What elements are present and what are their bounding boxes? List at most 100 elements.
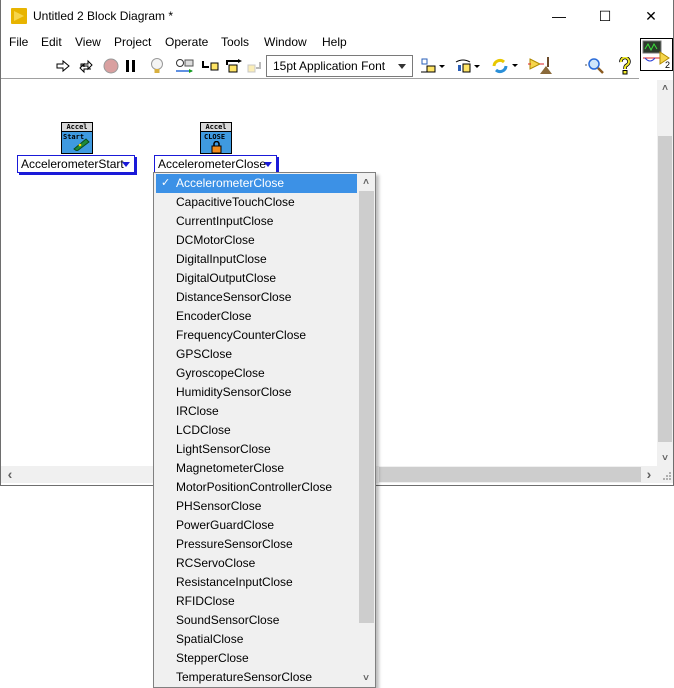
scroll-down-icon[interactable]: ˅ — [358, 670, 374, 686]
dropdown-item-label: LightSensorClose — [176, 442, 271, 456]
scroll-right-icon[interactable]: › — [641, 466, 657, 482]
dropdown-item-label: RCServoClose — [176, 556, 256, 570]
step-into-icon[interactable] — [201, 57, 219, 75]
dropdown-item-label: TemperatureSensorClose — [176, 670, 313, 684]
dropdown-item-label: StepperClose — [176, 651, 249, 665]
menu-operate[interactable]: Operate — [165, 35, 208, 49]
dropdown-item[interactable]: PowerGuardClose — [156, 516, 357, 535]
dropdown-item[interactable]: DCMotorClose — [156, 231, 357, 250]
scroll-left-icon[interactable]: ‹ — [2, 466, 18, 482]
align-objects-icon[interactable] — [420, 57, 446, 75]
circuit-board-icon — [73, 138, 90, 151]
dropdown-item[interactable]: PressureSensorClose — [156, 535, 357, 554]
diagram-vertical-scrollbar[interactable]: ˄ ˅ — [657, 80, 673, 466]
connector-pane-label: 2 — [664, 60, 670, 70]
scroll-up-icon[interactable]: ˄ — [657, 80, 673, 96]
close-button[interactable]: ✕ — [628, 0, 674, 32]
dropdown-item[interactable]: StepperClose — [156, 649, 357, 668]
clean-up-diagram-icon[interactable] — [528, 57, 554, 75]
accelerometer-close-subvi-icon[interactable]: Accel CLOSE — [200, 122, 232, 154]
step-out-icon[interactable] — [247, 57, 263, 75]
menu-bar: File Edit View Project Operate Tools Win… — [1, 32, 673, 52]
menu-tools[interactable]: Tools — [221, 35, 249, 49]
menu-view[interactable]: View — [75, 35, 101, 49]
dropdown-item-label: CurrentInputClose — [176, 214, 274, 228]
reorder-icon[interactable] — [491, 57, 519, 75]
dropdown-scrollbar[interactable]: ˄ ˅ — [358, 174, 375, 686]
dropdown-item[interactable]: DigitalInputClose — [156, 250, 357, 269]
minimize-button[interactable]: — — [536, 0, 582, 32]
dropdown-item[interactable]: SoundSensorClose — [156, 611, 357, 630]
menu-window[interactable]: Window — [264, 35, 307, 49]
font-select[interactable]: 15pt Application Font — [266, 55, 413, 77]
context-help-icon[interactable] — [616, 57, 634, 75]
dropdown-item-label: GPSClose — [176, 347, 233, 361]
distribute-objects-icon[interactable] — [455, 57, 481, 75]
step-over-icon[interactable] — [225, 57, 243, 75]
dropdown-item-label: ResistanceInputClose — [176, 575, 293, 589]
dropdown-item-label: CapacitiveTouchClose — [176, 195, 295, 209]
dropdown-item-label: PowerGuardClose — [176, 518, 275, 532]
toolbar: 15pt Application Font — [1, 52, 639, 79]
dropdown-item[interactable]: MotorPositionControllerClose — [156, 478, 357, 497]
dropdown-item-label: EncoderClose — [176, 309, 252, 323]
dropdown-item[interactable]: HumiditySensorClose — [156, 383, 357, 402]
menu-file[interactable]: File — [9, 35, 28, 49]
title-bar: Untitled 2 Block Diagram * — ☐ ✕ — [1, 0, 673, 32]
dropdown-item-label: HumiditySensorClose — [176, 385, 292, 399]
dropdown-item[interactable]: FrequencyCounterClose — [156, 326, 357, 345]
accelerometer-start-subvi-icon[interactable]: Accel Start — [61, 122, 93, 154]
dropdown-item[interactable]: RCServoClose — [156, 554, 357, 573]
font-select-value: 15pt Application Font — [273, 59, 386, 73]
dropdown-item[interactable]: SpatialClose — [156, 630, 357, 649]
vertical-scroll-thumb[interactable] — [658, 136, 672, 442]
dropdown-item-label: LCDClose — [176, 423, 231, 437]
dropdown-item[interactable]: GPSClose — [156, 345, 357, 364]
dropdown-item[interactable]: IRClose — [156, 402, 357, 421]
menu-project[interactable]: Project — [114, 35, 151, 49]
dropdown-item[interactable]: TemperatureSensorClose — [156, 668, 357, 687]
dropdown-item[interactable]: MagnetometerClose — [156, 459, 357, 478]
dropdown-item[interactable]: ✓ AccelerometerClose — [156, 174, 357, 193]
dropdown-item[interactable]: RFIDClose — [156, 592, 357, 611]
lock-icon — [211, 141, 222, 153]
window-title: Untitled 2 Block Diagram * — [33, 9, 174, 23]
menu-help[interactable]: Help — [322, 35, 347, 49]
dropdown-item-label: DCMotorClose — [176, 233, 255, 247]
dropdown-item[interactable]: DigitalOutputClose — [156, 269, 357, 288]
dropdown-item[interactable]: CapacitiveTouchClose — [156, 193, 357, 212]
pause-icon[interactable] — [124, 57, 138, 75]
dropdown-item[interactable]: GyroscopeClose — [156, 364, 357, 383]
vi-icon-connector-pane[interactable]: 2 — [640, 38, 673, 71]
scroll-down-icon[interactable]: ˅ — [657, 450, 673, 466]
dropdown-scroll-thumb[interactable] — [359, 191, 374, 623]
dropdown-item-label: DistanceSensorClose — [176, 290, 292, 304]
horizontal-scroll-thumb[interactable] — [379, 467, 641, 482]
accelerometer-close-ring[interactable]: AccelerometerClose — [154, 155, 277, 173]
chevron-down-icon — [398, 64, 406, 69]
dropdown-item-label: PHSensorClose — [176, 499, 262, 513]
highlight-execution-icon[interactable] — [149, 57, 165, 75]
search-icon[interactable] — [583, 57, 605, 75]
dropdown-item[interactable]: CurrentInputClose — [156, 212, 357, 231]
labview-app-icon — [11, 8, 27, 24]
menu-edit[interactable]: Edit — [41, 35, 62, 49]
dropdown-item[interactable]: PHSensorClose — [156, 497, 357, 516]
dropdown-item[interactable]: ResistanceInputClose — [156, 573, 357, 592]
dropdown-item[interactable]: DistanceSensorClose — [156, 288, 357, 307]
retain-wire-values-icon[interactable] — [175, 57, 195, 75]
run-arrow-icon[interactable] — [55, 57, 71, 75]
resize-grip-icon[interactable] — [657, 466, 673, 483]
dropdown-item[interactable]: EncoderClose — [156, 307, 357, 326]
chevron-down-icon — [264, 162, 272, 167]
dropdown-item[interactable]: LCDClose — [156, 421, 357, 440]
scroll-up-icon[interactable]: ˄ — [358, 174, 374, 190]
dropdown-item-label: PressureSensorClose — [176, 537, 293, 551]
dropdown-item[interactable]: LightSensorClose — [156, 440, 357, 459]
accelerometer-start-ring[interactable]: AccelerometerStart — [17, 155, 135, 173]
abort-icon[interactable] — [102, 57, 120, 75]
dropdown-item-label: MagnetometerClose — [176, 461, 285, 475]
ring-value: AccelerometerStart — [21, 157, 124, 171]
maximize-button[interactable]: ☐ — [582, 0, 628, 32]
run-continuously-icon[interactable] — [77, 57, 95, 75]
